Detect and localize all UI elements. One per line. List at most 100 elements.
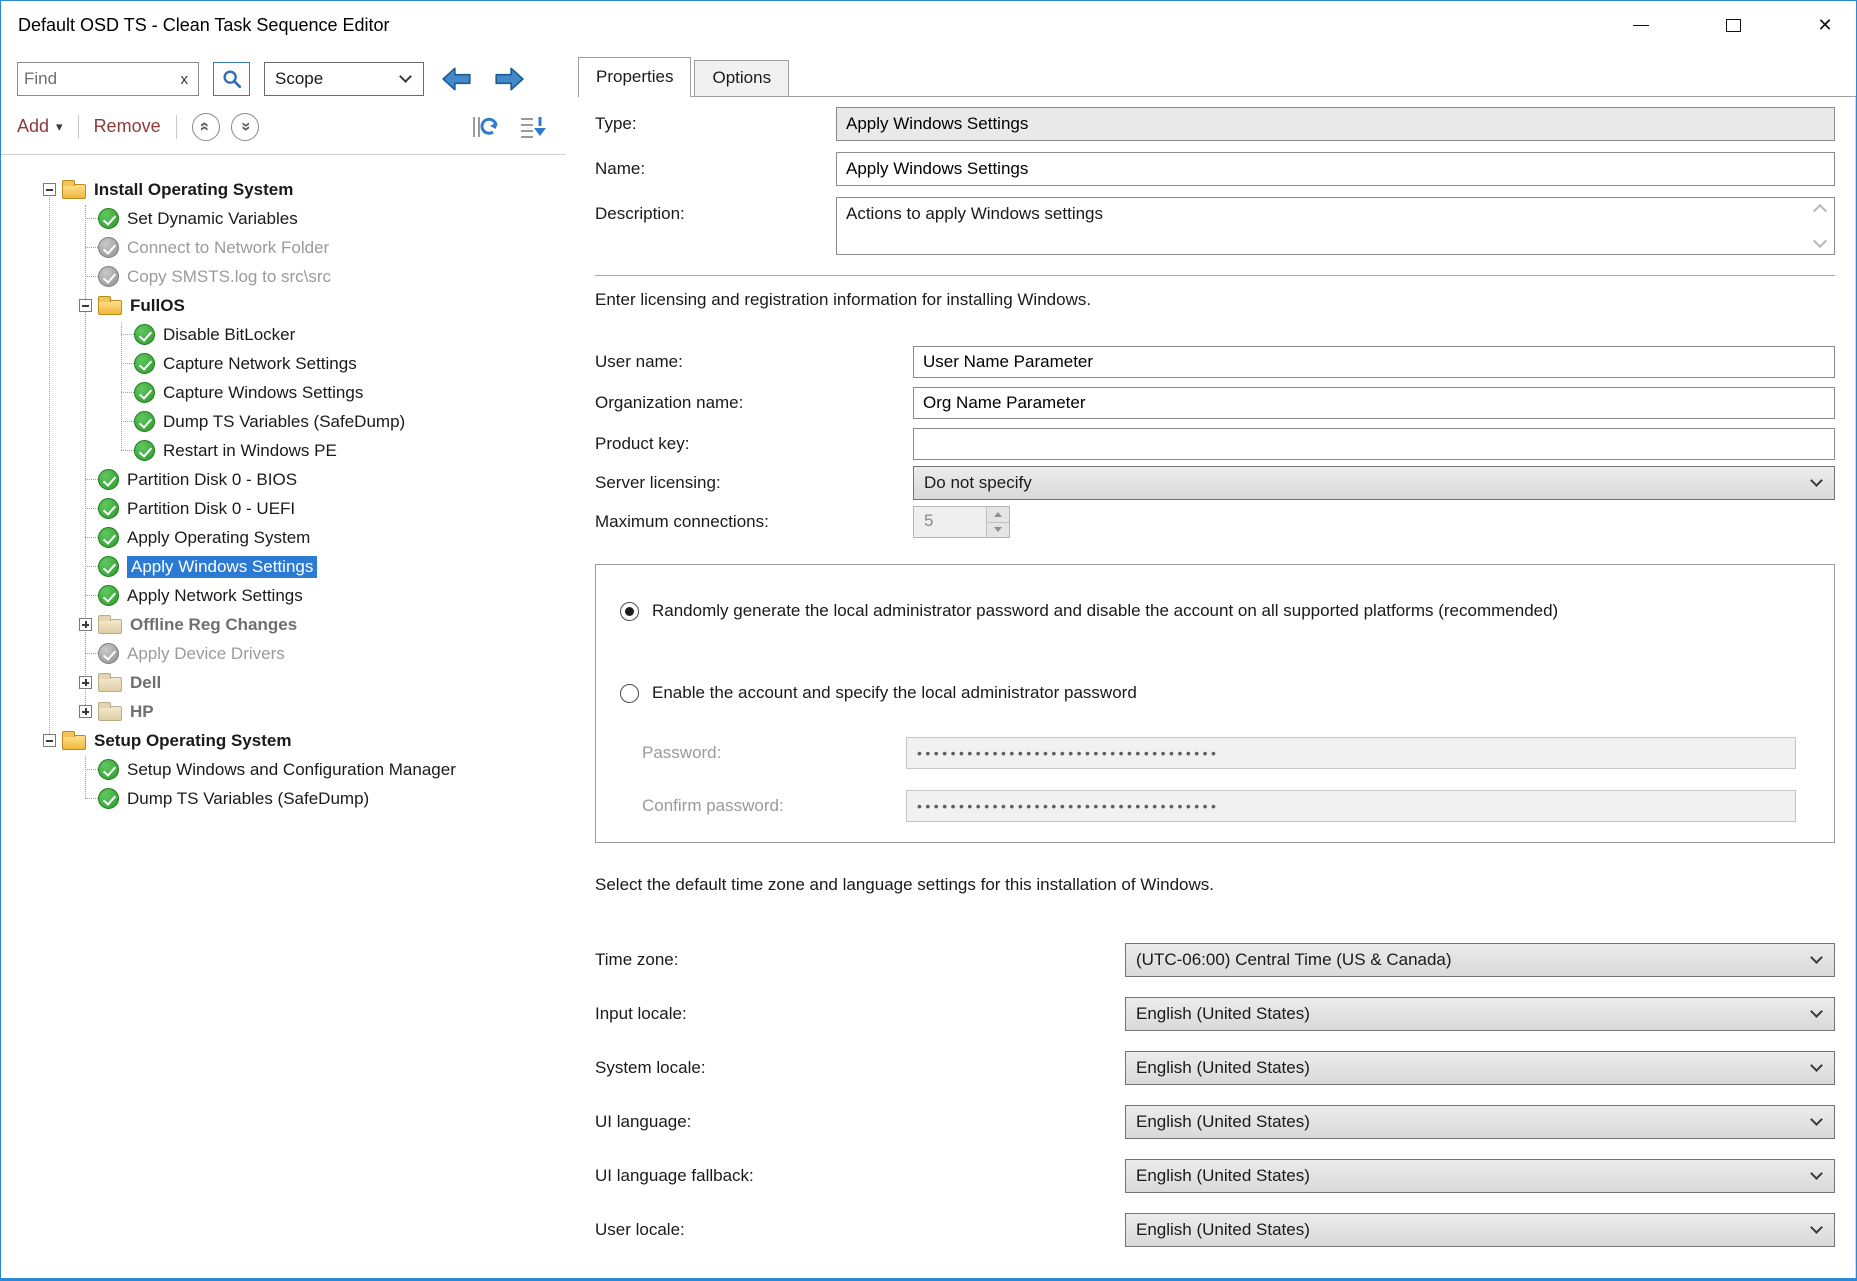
radio-enable-password[interactable]: Enable the account and specify the local… [620, 683, 1796, 703]
find-clear-button[interactable]: x [171, 71, 199, 88]
tree-expander[interactable] [79, 705, 92, 718]
server-licensing-label: Server licensing: [595, 473, 913, 493]
tree-expander[interactable] [79, 676, 92, 689]
step-check-icon [98, 237, 119, 258]
ui-language-fallback-select[interactable]: English (United States) [1125, 1159, 1835, 1193]
tree-expander[interactable] [43, 734, 56, 747]
tree-item[interactable]: Capture Windows Settings [1, 378, 566, 407]
scroll-up-icon[interactable] [1813, 204, 1827, 218]
tree-item[interactable]: Setup Operating System [1, 726, 566, 755]
forward-button[interactable] [490, 64, 528, 94]
radio-enable-label: Enable the account and specify the local… [652, 683, 1137, 703]
tree-item[interactable]: FullOS [1, 291, 566, 320]
maximize-button[interactable] [1702, 1, 1764, 49]
collapse-all-button[interactable]: « [192, 113, 220, 141]
properties-tab-content: Type: Name: Description: Actions to appl… [578, 97, 1856, 1278]
tree-item-label: Setup Windows and Configuration Manager [127, 760, 456, 780]
title-bar: Default OSD TS - Clean Task Sequence Edi… [1, 1, 1856, 49]
description-label: Description: [595, 197, 836, 231]
scroll-down-icon[interactable] [1813, 234, 1827, 248]
tree-expander[interactable] [79, 299, 92, 312]
description-textarea[interactable]: Actions to apply Windows settings [836, 197, 1835, 255]
window: Default OSD TS - Clean Task Sequence Edi… [0, 0, 1857, 1281]
tree-item[interactable]: Dell [1, 668, 566, 697]
tab-strip: Properties Options [578, 49, 1856, 97]
tree-item[interactable]: Apply Network Settings [1, 581, 566, 610]
tree-item[interactable]: Restart in Windows PE [1, 436, 566, 465]
user-locale-select[interactable]: English (United States) [1125, 1213, 1835, 1247]
tree-item[interactable]: Connect to Network Folder [1, 233, 566, 262]
tab-options[interactable]: Options [694, 60, 789, 96]
add-label: Add [17, 116, 49, 137]
remove-button[interactable]: Remove [94, 116, 161, 137]
user-name-label: User name: [595, 352, 913, 372]
ui-language-select[interactable]: English (United States) [1125, 1105, 1835, 1139]
tree-item[interactable]: Apply Device Drivers [1, 639, 566, 668]
tab-properties[interactable]: Properties [578, 57, 691, 97]
tree-item-selected[interactable]: Apply Windows Settings [1, 552, 566, 581]
product-key-label: Product key: [595, 434, 913, 454]
stepper-down-button[interactable] [987, 523, 1009, 538]
arrow-right-icon [493, 66, 525, 92]
time-zone-select[interactable]: (UTC-06:00) Central Time (US & Canada) [1125, 943, 1835, 977]
chevron-down-icon [1810, 1005, 1823, 1018]
max-connections-label: Maximum connections: [595, 512, 913, 532]
chevron-down-icon [1810, 1113, 1823, 1126]
search-icon [221, 68, 243, 90]
tree-item[interactable]: HP [1, 697, 566, 726]
tree-item-label: Offline Reg Changes [130, 615, 297, 635]
password-input[interactable]: •••••••••••••••••••••••••••••••••••• [906, 737, 1796, 769]
minimize-icon [1633, 25, 1649, 26]
expand-all-button[interactable]: « [231, 113, 259, 141]
user-name-input[interactable] [913, 346, 1835, 378]
input-locale-select[interactable]: English (United States) [1125, 997, 1835, 1031]
stepper-up-button[interactable] [987, 507, 1009, 523]
tree-item[interactable]: Partition Disk 0 - UEFI [1, 494, 566, 523]
tree-item[interactable]: Setup Windows and Configuration Manager [1, 755, 566, 784]
input-locale-value: English (United States) [1136, 1004, 1310, 1024]
scope-select[interactable]: Scope [264, 62, 424, 96]
folder-icon [98, 677, 122, 692]
tree-item[interactable]: Dump TS Variables (SafeDump) [1, 407, 566, 436]
search-button[interactable] [213, 62, 250, 96]
minimize-button[interactable] [1610, 1, 1672, 49]
task-sequence-tree: Install Operating System Set Dynamic Var… [1, 155, 566, 1278]
tree-item[interactable]: Install Operating System [1, 175, 566, 204]
back-button[interactable] [438, 64, 476, 94]
max-connections-stepper[interactable]: 5 [913, 506, 1010, 538]
locate-step-button[interactable] [516, 113, 550, 141]
product-key-input[interactable] [913, 428, 1835, 460]
tree-item[interactable]: Partition Disk 0 - BIOS [1, 465, 566, 494]
chevron-double-down-icon: « [236, 122, 253, 131]
tree-expander[interactable] [79, 618, 92, 631]
confirm-password-input[interactable]: •••••••••••••••••••••••••••••••••••• [906, 790, 1796, 822]
system-locale-select[interactable]: English (United States) [1125, 1051, 1835, 1085]
tree-item[interactable]: Apply Operating System [1, 523, 566, 552]
chevron-double-up-icon: « [197, 122, 214, 131]
tree-item[interactable]: Set Dynamic Variables [1, 204, 566, 233]
organization-input[interactable] [913, 387, 1835, 419]
tree-item[interactable]: Offline Reg Changes [1, 610, 566, 639]
reload-tree-button[interactable] [468, 113, 502, 141]
tree-expander[interactable] [43, 183, 56, 196]
find-input[interactable] [18, 69, 171, 89]
type-input[interactable] [836, 107, 1835, 141]
tree-item[interactable]: Disable BitLocker [1, 320, 566, 349]
tree-item[interactable]: Capture Network Settings [1, 349, 566, 378]
tree-item[interactable]: Copy SMSTS.log to src\src [1, 262, 566, 291]
name-input[interactable] [836, 152, 1835, 186]
toolbar-separator [176, 115, 177, 139]
radio-random-password[interactable]: Randomly generate the local administrato… [620, 601, 1796, 621]
close-button[interactable]: ✕ [1794, 1, 1856, 49]
task-sequence-panel: x Scope Add ▾ Remove [1, 49, 566, 1278]
folder-icon [62, 735, 86, 750]
server-licensing-select[interactable]: Do not specify [913, 466, 1835, 500]
tree-item-label: HP [130, 702, 154, 722]
user-locale-label: User locale: [595, 1220, 1125, 1240]
step-check-icon [98, 585, 119, 606]
properties-panel: Properties Options Type: Name: Descripti… [578, 49, 1856, 1278]
add-button[interactable]: Add ▾ [17, 116, 63, 137]
radio-random-label: Randomly generate the local administrato… [652, 601, 1558, 621]
tree-item[interactable]: Dump TS Variables (SafeDump) [1, 784, 566, 813]
licensing-intro-text: Enter licensing and registration informa… [595, 290, 1835, 310]
